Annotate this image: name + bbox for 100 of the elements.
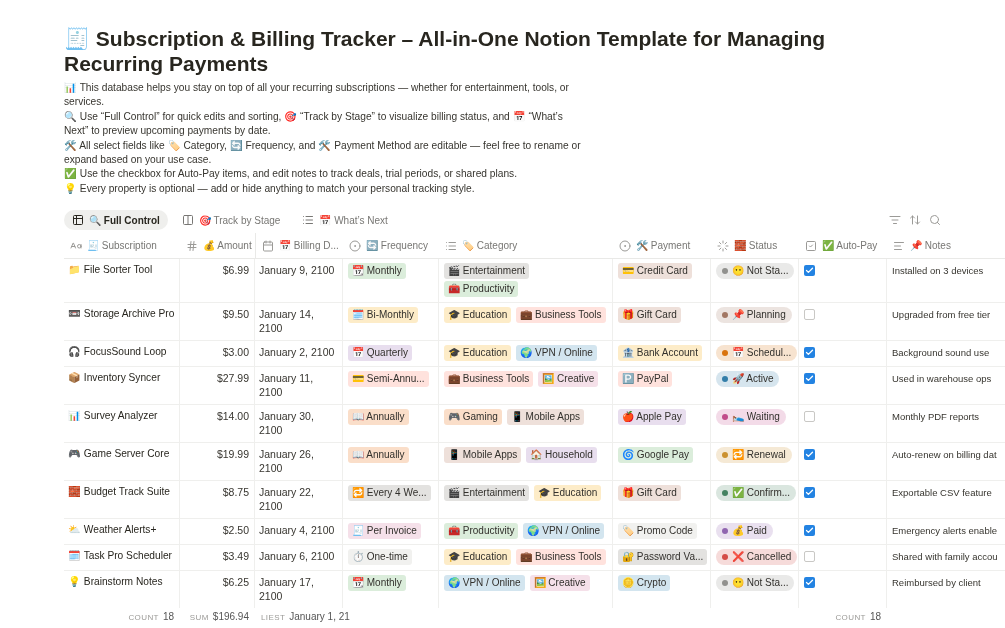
- tag: 📆 Monthly: [348, 263, 406, 280]
- tag: 📖 Annually: [348, 409, 409, 426]
- board-icon: [181, 214, 194, 227]
- description-paragraph: ✅ Use the checkbox for Auto-Pay items, and edit notes to track deals, trial periods, or shared plans.: [64, 167, 518, 182]
- column-summary: COUNT 18: [128, 609, 174, 624]
- subscription-name[interactable]: 📊 Survey Analyzer: [68, 409, 175, 424]
- subscription-name[interactable]: 💡 Brainstorm Notes: [68, 575, 175, 590]
- column-header[interactable]: 🧱 Status: [734, 238, 778, 254]
- text-lines-icon: [893, 239, 905, 252]
- auto-pay-checkbox[interactable]: [804, 551, 815, 563]
- search-icon[interactable]: [929, 214, 941, 227]
- amount-cell-text: $6.25: [221, 575, 249, 590]
- tag: 🎓 Education: [444, 549, 512, 566]
- tag: 🌍 VPN / Online: [444, 575, 525, 592]
- view-tab[interactable]: 🔍 Full Control: [64, 210, 168, 231]
- auto-pay-checkbox[interactable]: [804, 373, 815, 385]
- date-cell: January 2, 2100: [259, 345, 336, 360]
- view-tab[interactable]: 📅 What’s Next: [294, 210, 396, 231]
- view-tab[interactable]: 🎯 Track by Stage: [173, 210, 289, 231]
- notes-cell: Auto-renew on billing dat: [892, 449, 997, 461]
- tag: 🎮 Gaming: [444, 409, 502, 426]
- subscription-name[interactable]: 📼 Storage Archive Pro: [68, 307, 175, 322]
- column-summary: COUNT 18: [835, 609, 881, 624]
- notes-cell: Emergency alerts enable: [892, 525, 998, 537]
- date-cell-text: January 14, 2100: [259, 307, 315, 336]
- tag: 🧰 Productivity: [444, 281, 519, 298]
- subscription-name[interactable]: 🧱 Budget Track Suite: [68, 485, 175, 500]
- column-summary: SUM $196.94: [189, 609, 249, 624]
- amount-cell-text: $8.75: [221, 485, 249, 500]
- notes-cell: Installed on 3 devices: [892, 265, 984, 277]
- column-header[interactable]: 🏷 Category: [462, 238, 518, 254]
- date-cell-text: January 17, 2100: [259, 575, 315, 604]
- tag: 🏠 Household: [526, 447, 597, 464]
- tag: 🧰 Productivity: [444, 523, 519, 540]
- amount-cell-text: $6.99: [221, 263, 249, 278]
- filter-icon[interactable]: [889, 214, 901, 227]
- status-pill: ✅ Confirm...: [716, 485, 797, 502]
- tag: 🏦 Bank Account: [618, 345, 702, 362]
- description-paragraph: 💡 Every property is optional — add or hide anything to match your personal tracking style.: [64, 181, 476, 196]
- date-cell-text: January 11, 2100: [259, 371, 315, 400]
- tag: 🖼 Creative: [538, 371, 599, 388]
- tag: 🎓 Education: [444, 307, 512, 324]
- tag: 💼 Business Tools: [516, 549, 606, 566]
- status-pill: ❌ Cancelled: [716, 549, 798, 566]
- subscription-name[interactable]: ⛅ Weather Alerts+: [68, 523, 175, 538]
- tag: 📱 Mobile Apps: [506, 409, 585, 426]
- calendar-icon: [262, 239, 274, 252]
- tag: 🪙 Crypto: [618, 575, 671, 592]
- status-pill: 🛌 Waiting: [716, 409, 786, 426]
- subscription-name[interactable]: 🗓 Task Pro Scheduler: [68, 549, 175, 564]
- auto-pay-checkbox[interactable]: [804, 265, 815, 277]
- column-header[interactable]: 🧾 Subscription: [87, 238, 157, 254]
- status-pill: 😶 Not Sta...: [716, 263, 795, 280]
- date-cell-text: January 22, 2100: [259, 485, 315, 514]
- column-header[interactable]: 📅 Billing D...: [279, 238, 339, 254]
- select-icon: [619, 239, 631, 252]
- tag: 🎓 Education: [444, 345, 512, 362]
- auto-pay-checkbox[interactable]: [804, 487, 815, 499]
- auto-pay-checkbox[interactable]: [804, 411, 815, 423]
- status-pill: 📅 Schedul...: [716, 345, 798, 362]
- list-icon: [445, 239, 457, 252]
- column-summary: LIEST January 1, 21: [261, 609, 350, 624]
- notes-cell: Exportable CSV feature: [892, 487, 992, 499]
- tag: 🎬 Entertainment: [444, 485, 530, 502]
- tag: 📱 Mobile Apps: [444, 447, 522, 464]
- subscription-name[interactable]: 📁 File Sorter Tool: [68, 263, 175, 278]
- auto-pay-checkbox[interactable]: [804, 577, 815, 589]
- subscription-name[interactable]: 🎧 FocusSound Loop: [68, 345, 175, 360]
- description-paragraph: 🔍 Use “Full Control” for quick edits and sorting, 🎯 “Track by Stage” to visualize billing status, and 📅 “What’s Next” to preview upcoming payments by date.: [64, 109, 564, 139]
- page-title: 🧾 Subscription & Billing Tracker – All-in-One Notion Template for Managing Recurring Payments: [64, 26, 827, 76]
- date-cell: January 9, 2100: [259, 263, 336, 278]
- column-header[interactable]: ✅ Auto-Pay: [822, 238, 878, 254]
- subscription-name[interactable]: 🎮 Game Server Core: [68, 447, 175, 462]
- checkbox-icon: [805, 239, 817, 252]
- tag: 🎁 Gift Card: [618, 307, 681, 324]
- amount-cell-text: $9.50: [221, 307, 249, 322]
- column-header[interactable]: 💰 Amount: [203, 238, 252, 254]
- sort-icon[interactable]: [909, 214, 921, 227]
- tag: 🌍 VPN / Online: [516, 345, 597, 362]
- notes-cell: Used in warehouse ops: [892, 373, 992, 385]
- tag: 🎁 Gift Card: [618, 485, 681, 502]
- amount-cell-text: $3.00: [221, 345, 249, 360]
- tag: 💼 Business Tools: [444, 371, 534, 388]
- auto-pay-checkbox[interactable]: [804, 449, 815, 461]
- column-header[interactable]: 🛠 Payment: [636, 238, 691, 254]
- tag: 🍎 Apple Pay: [618, 409, 686, 426]
- status-pill: 🚀 Active: [716, 371, 780, 388]
- amount-cell-text: $19.99: [215, 447, 249, 462]
- subscription-name[interactable]: 📦 Inventory Syncer: [68, 371, 175, 386]
- column-header[interactable]: 📌 Notes: [910, 238, 951, 254]
- auto-pay-checkbox[interactable]: [804, 309, 815, 321]
- column-header[interactable]: 🔄 Frequency: [366, 238, 429, 254]
- auto-pay-checkbox[interactable]: [804, 347, 815, 359]
- tag: 📆 Monthly: [348, 575, 406, 592]
- text-type-icon: [70, 239, 82, 252]
- tag: 🗓 Bi-Monthly: [348, 307, 418, 324]
- auto-pay-checkbox[interactable]: [804, 525, 815, 537]
- notes-cell: Reimbursed by client: [892, 577, 981, 589]
- notes-cell: Monthly PDF reports: [892, 411, 980, 423]
- hash-icon: [186, 239, 198, 252]
